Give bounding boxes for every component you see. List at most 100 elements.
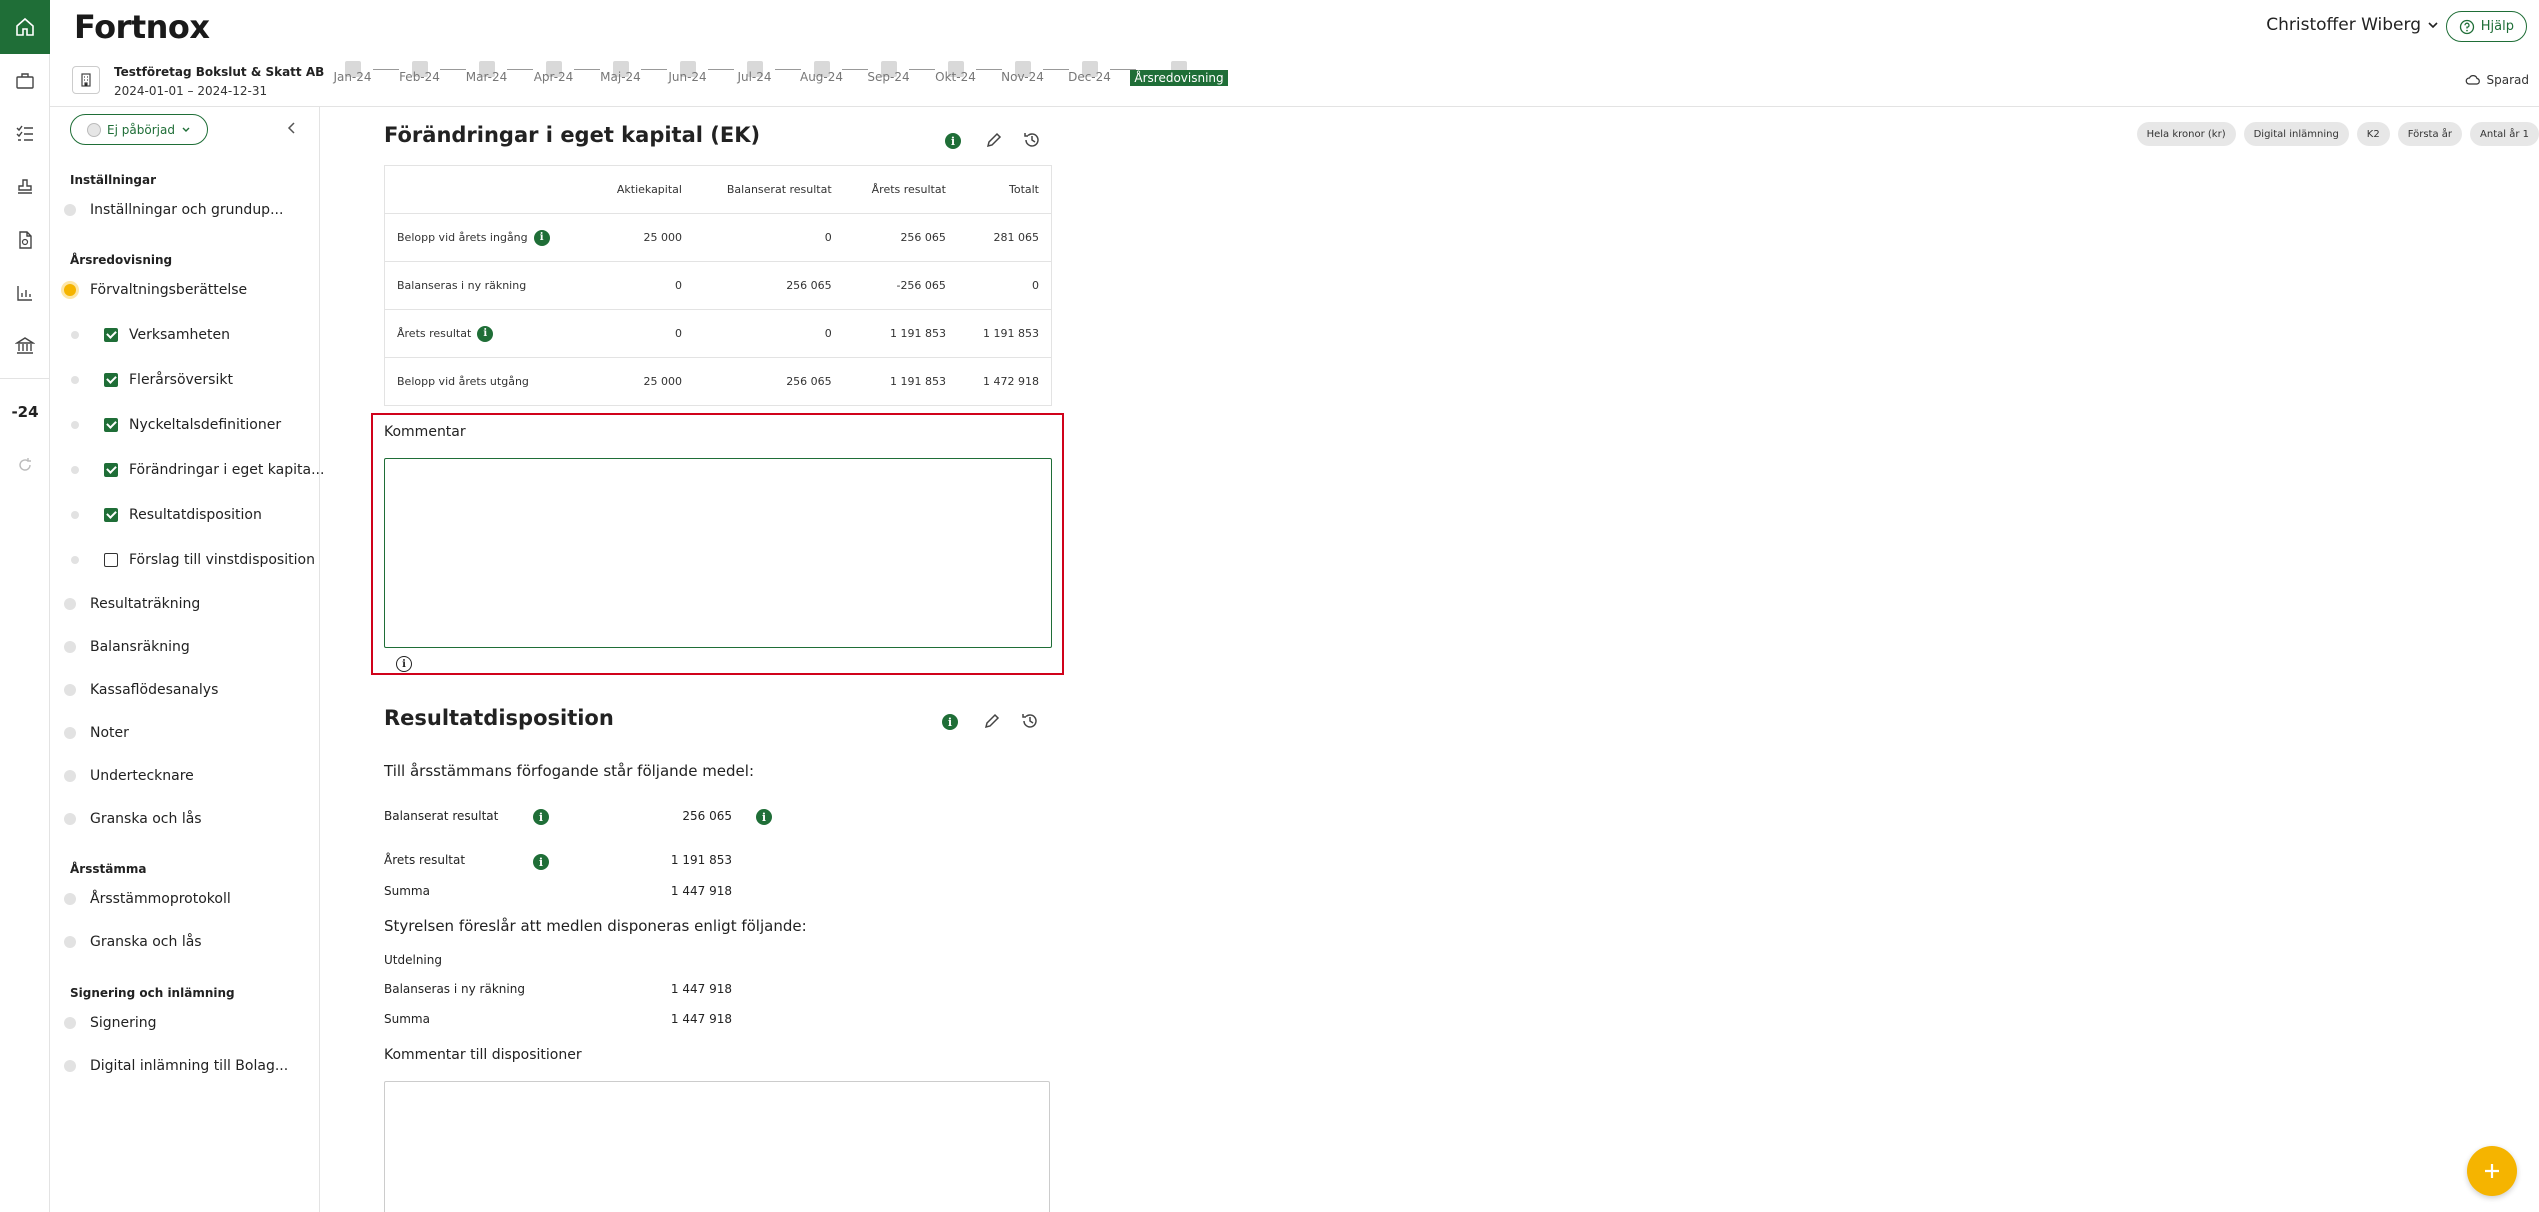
nav-forslag-vinstdisposition[interactable]: Förslag till vinstdisposition [71,552,315,568]
bank-icon [15,336,35,354]
month-step[interactable]: Maj-24 [600,61,641,84]
bank-button[interactable] [0,319,50,372]
info-icon[interactable]: i [942,714,958,730]
month-step[interactable]: Sep-24 [867,61,910,84]
edit-icon[interactable] [985,131,1003,149]
row-label: Balanseras i ny räkning [384,261,591,310]
home-button[interactable] [0,0,50,54]
info-outline-icon[interactable]: i [396,656,412,672]
user-name: Christoffer Wiberg [2266,15,2421,35]
table-cell: 256 065 [693,261,844,310]
help-button[interactable]: Hjälp [2445,11,2527,42]
main-content: Förändringar i eget kapital (EK) i Hela … [320,107,2539,1212]
year-button[interactable]: -24 [0,385,50,438]
tag-antal-ar[interactable]: Antal år 1 [2470,122,2539,146]
month-step[interactable]: Mar-24 [466,61,507,84]
month-step[interactable]: Nov-24 [1001,61,1044,84]
month-step-arsredovisning[interactable]: Årsredovisning [1130,61,1228,86]
tag-digital-inlamning[interactable]: Digital inlämning [2243,122,2349,146]
nav-resultatrakning[interactable]: Resultaträkning [64,596,200,612]
info-icon[interactable]: i [533,809,549,825]
nav-forvaltningsberattelse[interactable]: Förvaltningsberättelse [64,282,247,298]
tag-hela-kronor[interactable]: Hela kronor (kr) [2136,122,2236,146]
month-step[interactable]: Jun-24 [667,61,708,84]
info-icon[interactable]: i [756,809,772,825]
status-dropdown[interactable]: Ej påbörjad [70,114,208,145]
month-step[interactable]: Feb-24 [399,61,440,84]
nav-arsstammoprotokoll[interactable]: Årsstämmoprotokoll [64,891,231,907]
info-icon[interactable]: i [945,133,961,149]
nav-digital-inlamning[interactable]: Digital inlämning till Bolag... [64,1058,288,1074]
nav-nyckeltalsdefinitioner[interactable]: Nyckeltalsdefinitioner [71,417,281,433]
nav-kassaflodesanalys[interactable]: Kassaflödesanalys [64,682,218,698]
nav-balansrakning[interactable]: Balansräkning [64,639,190,655]
nav-installningar[interactable]: Inställningar och grundup... [64,202,283,218]
month-connector [574,69,600,70]
checkbox-checked-icon[interactable] [104,328,118,342]
fortnox-logo[interactable]: Fortnox [74,8,210,46]
briefcase-button[interactable] [0,54,50,107]
checkbox-checked-icon[interactable] [104,508,118,522]
edit-icon[interactable] [983,712,1001,730]
month-step[interactable]: Jan-24 [332,61,373,84]
status-bullet-icon [64,770,76,782]
nav-noter[interactable]: Noter [64,725,129,741]
table-cell: 1 472 918 [957,357,1052,406]
chevron-down-icon [182,127,190,132]
stamp-button[interactable] [0,160,50,213]
info-icon[interactable]: i [477,325,494,342]
table-cell: 281 065 [957,213,1052,262]
plus-icon [2485,1164,2499,1178]
checkbox-checked-icon[interactable] [104,463,118,477]
tag-k2[interactable]: K2 [2356,122,2390,146]
tasks-button[interactable] [0,107,50,160]
nav-signering[interactable]: Signering [64,1015,157,1031]
sub-bullet-icon [71,511,79,519]
status-bullet-icon [64,813,76,825]
period-bar: Testföretag Bokslut & Skatt AB 2024-01-0… [50,54,2539,107]
month-connector [842,69,868,70]
info-icon[interactable]: i [533,854,549,870]
reports-button[interactable] [0,266,50,319]
column-header: Totalt [957,165,1052,214]
nav-verksamheten[interactable]: Verksamheten [71,327,230,343]
month-connector [641,69,667,70]
question-icon [2459,19,2474,34]
company-switch-button[interactable] [72,66,100,94]
month-step[interactable]: Dec-24 [1068,61,1111,84]
month-step[interactable]: Okt-24 [935,61,976,84]
month-connector [1043,69,1069,70]
nav-granska-och-las-arsstamma[interactable]: Granska och lås [64,934,202,950]
rd-kommentar-textarea[interactable] [384,1081,1050,1212]
nav-flerarsoversikt[interactable]: Flerårsöversikt [71,372,233,388]
nav-undertecknare[interactable]: Undertecknare [64,768,194,784]
table-row: Belopp vid årets utgång 25 000 256 065 1… [384,357,1052,406]
status-bullet-icon [64,936,76,948]
refresh-button[interactable] [0,438,50,491]
nav-granska-och-las[interactable]: Granska och lås [64,811,202,827]
collapse-sidebar-icon[interactable] [286,121,298,135]
rd-summa-label: Summa [384,884,430,898]
document-button[interactable] [0,213,50,266]
nav-forandringar-eget-kapital[interactable]: Förändringar i eget kapita... [71,462,324,478]
top-bar: Fortnox Christoffer Wiberg Hjälp [50,0,2539,54]
info-icon[interactable]: i [533,229,550,246]
nav-resultatdisposition[interactable]: Resultatdisposition [71,507,262,523]
table-row: Belopp vid årets ingång i 25 000 0 256 06… [384,213,1052,262]
checkbox-unchecked-icon[interactable] [104,553,118,567]
history-icon[interactable] [1023,131,1041,149]
history-icon[interactable] [1021,712,1039,730]
add-fab-button[interactable] [2467,1146,2517,1196]
month-step[interactable]: Jul-24 [734,61,775,84]
checkbox-checked-icon[interactable] [104,373,118,387]
tag-forsta-ar[interactable]: Första år [2397,122,2463,146]
month-step[interactable]: Aug-24 [800,61,843,84]
column-header [384,165,591,214]
user-menu[interactable]: Christoffer Wiberg [2266,15,2439,35]
month-connector [507,69,533,70]
checkbox-checked-icon[interactable] [104,418,118,432]
saved-status: Sparad [2465,72,2529,88]
comment-textarea[interactable] [384,458,1052,648]
company-period: 2024-01-01 – 2024-12-31 [114,84,268,98]
month-step[interactable]: Apr-24 [533,61,574,84]
